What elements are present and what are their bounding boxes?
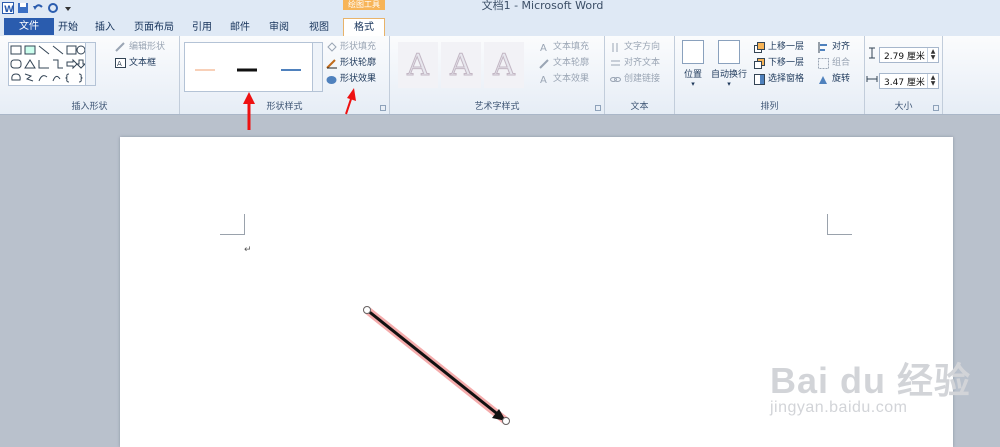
watermark-main-text: Bai du 经验 xyxy=(770,360,972,401)
watermark-sub-text: jingyan.baidu.com xyxy=(770,399,908,416)
annotation-arrow-up-icon xyxy=(243,92,255,130)
end-handle[interactable] xyxy=(502,417,510,425)
start-handle[interactable] xyxy=(363,306,371,314)
baidu-watermark: Bai du 经验 jingyan.baidu.com xyxy=(770,352,990,432)
annotation-arrow-diagonal-icon xyxy=(345,88,356,115)
